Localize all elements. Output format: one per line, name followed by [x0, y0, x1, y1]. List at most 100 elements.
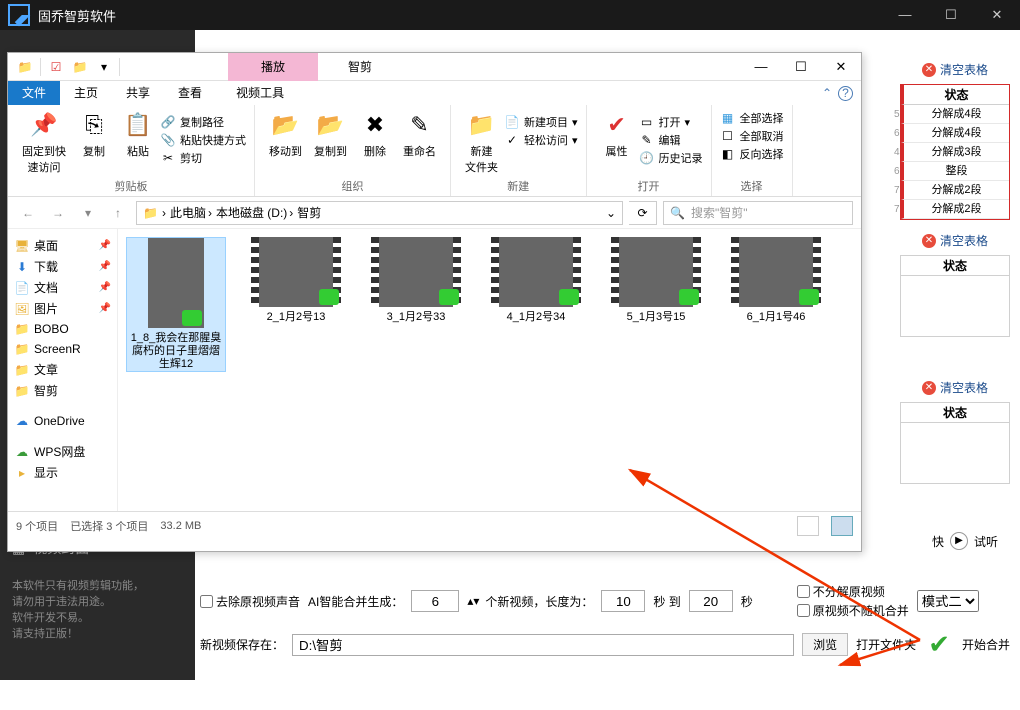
- tree-item[interactable]: 📁智剪: [12, 380, 113, 401]
- table-row: 7分解成2段: [901, 181, 1009, 200]
- clear-table-3-button[interactable]: ✕清空表格: [900, 379, 1010, 396]
- tree-item[interactable]: 🖥桌面📌: [12, 235, 113, 256]
- chevron-down-icon[interactable]: ⌄: [606, 206, 616, 220]
- play-contextual-tab[interactable]: 播放: [228, 53, 318, 81]
- tab-view[interactable]: 查看: [164, 81, 216, 105]
- breadcrumb[interactable]: 📁› 此电脑 › 本地磁盘 (D:) › 智剪 ⌄: [136, 201, 623, 225]
- app-minimize-button[interactable]: —: [882, 0, 928, 30]
- history-button[interactable]: 🕘历史记录: [639, 149, 703, 167]
- stepper-icon[interactable]: ▴▾: [467, 594, 477, 608]
- copy-path-button[interactable]: 🔗复制路径: [160, 113, 246, 131]
- tab-video-tools[interactable]: 视频工具: [222, 81, 298, 105]
- no-split-checkbox[interactable]: 不分解原视频: [797, 583, 909, 600]
- tree-item[interactable]: ⬇下载📌: [12, 256, 113, 277]
- try-listen-button[interactable]: 试听: [974, 533, 998, 550]
- table-row: 5分解成4段: [901, 105, 1009, 124]
- sec2-label: 秒: [741, 593, 753, 610]
- pin-icon: 📌: [99, 282, 111, 293]
- nav-tree: 🖥桌面📌⬇下载📌📄文档📌🖼图片📌📁BOBO📁ScreenR📁文章📁智剪 ☁OneD…: [8, 229, 118, 511]
- table-header: 状态: [901, 256, 1009, 276]
- tree-item[interactable]: 📄文档📌: [12, 277, 113, 298]
- help-icon[interactable]: ?: [838, 86, 853, 101]
- file-item[interactable]: 2_1月2号13: [246, 237, 346, 372]
- tree-item[interactable]: ☁OneDrive: [12, 411, 113, 431]
- status-table-1: 状态 5分解成4段6分解成4段4分解成3段6整段7分解成2段7分解成2段: [900, 84, 1010, 220]
- group-select-label: 选择: [712, 178, 792, 194]
- chevron-down-icon[interactable]: ▾: [93, 56, 115, 78]
- explorer-titlebar: 📁 ☑ 📁 ▾ 播放 智剪 — ☐ ✕: [8, 53, 861, 81]
- invert-selection-button[interactable]: ◧反向选择: [720, 145, 784, 163]
- tree-item[interactable]: 🖼图片📌: [12, 298, 113, 319]
- file-item[interactable]: 5_1月3号15: [606, 237, 706, 372]
- video-thumbnail: [611, 237, 701, 307]
- len-min-input[interactable]: [601, 590, 645, 612]
- start-merge-button[interactable]: 开始合并: [962, 636, 1010, 653]
- no-random-checkbox[interactable]: 原视频不随机合并: [797, 602, 909, 619]
- refresh-button[interactable]: ⟳: [629, 201, 657, 225]
- table-header: 状态: [901, 403, 1009, 423]
- folder-icon[interactable]: 📁: [69, 56, 91, 78]
- len-max-input[interactable]: [689, 590, 733, 612]
- folder-icon: 🖥: [14, 238, 30, 254]
- tree-item[interactable]: ☁WPS网盘: [12, 441, 113, 462]
- nav-up-button[interactable]: ↑: [106, 201, 130, 225]
- tab-file[interactable]: 文件: [8, 81, 60, 105]
- table-row: 7分解成2段: [901, 200, 1009, 219]
- app-close-button[interactable]: ✕: [974, 0, 1020, 30]
- tab-home[interactable]: 主页: [60, 81, 112, 105]
- file-item[interactable]: 1_8_我会在那腥臭腐朽的日子里熠熠生辉12: [126, 237, 226, 372]
- explorer-maximize-button[interactable]: ☐: [781, 53, 821, 81]
- close-icon: ✕: [922, 63, 936, 77]
- select-none-button[interactable]: ☐全部取消: [720, 127, 784, 145]
- file-name: 5_1月3号15: [627, 311, 686, 324]
- nav-fwd-button[interactable]: →: [46, 201, 70, 225]
- nav-back-button[interactable]: ←: [16, 201, 40, 225]
- details-view-button[interactable]: [797, 516, 819, 536]
- explorer-close-button[interactable]: ✕: [821, 53, 861, 81]
- edit-button[interactable]: ✎编辑: [639, 131, 703, 149]
- tree-item[interactable]: 📁文章: [12, 359, 113, 380]
- folder-icon[interactable]: 📁: [14, 56, 36, 78]
- explorer-minimize-button[interactable]: —: [741, 53, 781, 81]
- speed-controls: 快 ▶ 试听: [932, 532, 998, 550]
- status-bar: 9 个项目 已选择 3 个项目 33.2 MB: [8, 511, 861, 539]
- tree-item[interactable]: 📁ScreenR: [12, 339, 113, 359]
- thumbnails-view-button[interactable]: [831, 516, 853, 536]
- pin-icon: 📌: [99, 240, 111, 251]
- chevron-up-icon[interactable]: ⌃: [822, 86, 832, 100]
- video-overlay-icon: [319, 289, 339, 305]
- app-maximize-button[interactable]: ☐: [928, 0, 974, 30]
- file-item[interactable]: 6_1月1号46: [726, 237, 826, 372]
- folder-icon: 📁: [14, 321, 30, 337]
- file-name: 6_1月1号46: [747, 311, 806, 324]
- mode-select[interactable]: 模式二: [917, 590, 979, 612]
- file-name: 3_1月2号33: [387, 311, 446, 324]
- open-button[interactable]: ▭打开▾: [639, 113, 703, 131]
- open-folder-button[interactable]: 打开文件夹: [856, 636, 916, 653]
- tree-item[interactable]: ▸显示: [12, 462, 113, 483]
- save-path-input[interactable]: [292, 634, 794, 656]
- paste-shortcut-button[interactable]: 📎粘贴快捷方式: [160, 131, 246, 149]
- video-overlay-icon: [799, 289, 819, 305]
- easy-access-button[interactable]: ✓轻松访问▾: [504, 131, 578, 149]
- clear-table-2-button[interactable]: ✕清空表格: [900, 232, 1010, 249]
- folder-icon: ⬇: [14, 259, 30, 275]
- tree-item[interactable]: 📁BOBO: [12, 319, 113, 339]
- clear-table-1-button[interactable]: ✕清空表格: [900, 61, 1010, 78]
- file-item[interactable]: 4_1月2号34: [486, 237, 586, 372]
- qat-check-icon[interactable]: ☑: [45, 56, 67, 78]
- search-input[interactable]: 🔍搜索"智剪": [663, 201, 853, 225]
- play-icon[interactable]: ▶: [950, 532, 968, 550]
- tab-share[interactable]: 共享: [112, 81, 164, 105]
- item-count: 9 个项目: [16, 518, 58, 534]
- video-overlay-icon: [439, 289, 459, 305]
- file-item[interactable]: 3_1月2号33: [366, 237, 466, 372]
- nav-recent-button[interactable]: ▾: [76, 201, 100, 225]
- video-thumbnail: [731, 237, 821, 307]
- new-item-button[interactable]: 📄新建项目▾: [504, 113, 578, 131]
- remove-audio-checkbox[interactable]: 去除原视频声音: [200, 593, 300, 610]
- cut-button[interactable]: ✂剪切: [160, 149, 246, 167]
- browse-button[interactable]: 浏览: [802, 633, 848, 656]
- select-all-button[interactable]: ▦全部选择: [720, 109, 784, 127]
- ai-count-input[interactable]: [411, 590, 459, 612]
